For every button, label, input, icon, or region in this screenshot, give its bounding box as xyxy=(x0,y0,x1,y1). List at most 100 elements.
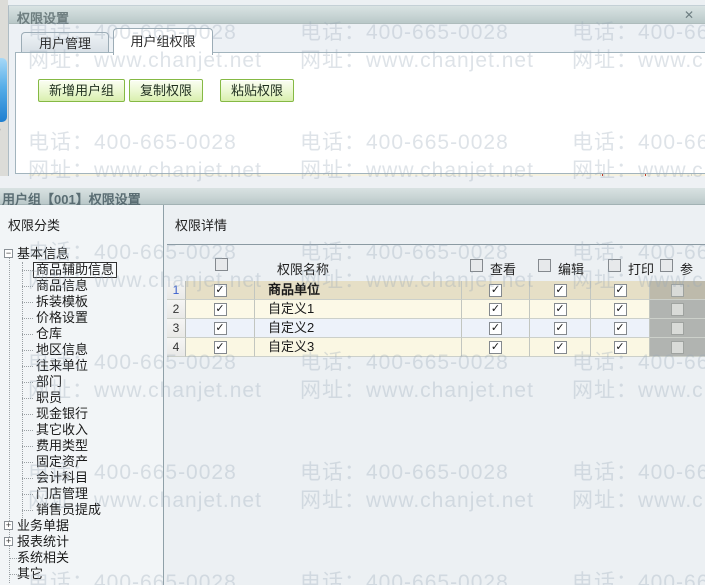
close-icon[interactable]: ✕ xyxy=(681,8,697,22)
tree-item[interactable]: 固定资产 xyxy=(0,454,163,470)
tree-item[interactable]: 销售员提成 xyxy=(0,502,163,518)
select-all-checkbox[interactable] xyxy=(215,258,228,271)
checkbox[interactable]: ✓ xyxy=(554,303,567,316)
permission-row: 2✓自定义1✓✓✓ xyxy=(167,300,705,319)
checkbox[interactable]: ✓ xyxy=(554,341,567,354)
cell-perm-2: ✓ xyxy=(591,300,650,319)
tab-content-panel: 新增用户组 复制权限 粘贴权限 xyxy=(15,52,705,174)
cell-select: ✓ xyxy=(186,338,255,357)
tree-item[interactable]: 商品信息 xyxy=(0,278,163,294)
tree-item[interactable]: 仓库 xyxy=(0,326,163,342)
checkbox[interactable]: ✓ xyxy=(614,341,627,354)
tree-item[interactable]: 拆装模板 xyxy=(0,294,163,310)
tab-user-management[interactable]: 用户管理 xyxy=(21,32,109,54)
tree-item-label: 固定资产 xyxy=(36,454,88,470)
tree-item[interactable]: + 业务单据 xyxy=(0,518,163,534)
cell-perm-2: ✓ xyxy=(591,338,650,357)
checkbox[interactable]: ✓ xyxy=(614,284,627,297)
tree-item[interactable]: 现金银行 xyxy=(0,406,163,422)
paste-permissions-button[interactable]: 粘贴权限 xyxy=(220,79,294,102)
tree-item-label: 业务单据 xyxy=(17,518,69,534)
checkbox[interactable]: ✓ xyxy=(489,303,502,316)
permission-category-tree: −基本信息商品辅助信息商品信息拆装模板价格设置仓库地区信息往来单位部门职员现金银… xyxy=(0,246,163,585)
permission-grid: 权限名称 查看 编辑 打印 参考 1✓商品单位✓✓✓2✓自定义1✓✓✓3✓自定义… xyxy=(167,245,705,357)
checkbox[interactable]: ✓ xyxy=(214,341,227,354)
checkbox xyxy=(671,322,684,335)
checkbox[interactable]: ✓ xyxy=(489,322,502,335)
cell-select: ✓ xyxy=(186,300,255,319)
tree-stub xyxy=(22,478,33,479)
category-panel-title: 权限分类 xyxy=(8,215,60,234)
select-all-ref-checkbox[interactable] xyxy=(660,259,673,272)
tree-item-label: 职员 xyxy=(36,390,62,406)
copy-permissions-button[interactable]: 复制权限 xyxy=(129,79,203,102)
tree-item-label: 仓库 xyxy=(36,326,62,342)
tree-expander-icon[interactable]: + xyxy=(4,537,13,546)
tree-item[interactable]: 价格设置 xyxy=(0,310,163,326)
tree-item[interactable]: 门店管理 xyxy=(0,486,163,502)
tree-item[interactable]: 系统相关 xyxy=(0,550,163,566)
select-all-edit-checkbox[interactable] xyxy=(538,259,551,272)
checkbox xyxy=(671,341,684,354)
checkbox[interactable]: ✓ xyxy=(614,303,627,316)
tree-item-label: 商品辅助信息 xyxy=(33,262,117,278)
checkbox[interactable]: ✓ xyxy=(214,322,227,335)
tree-item[interactable]: −基本信息 xyxy=(0,246,163,262)
tree-stub xyxy=(22,366,33,367)
tree-item[interactable]: 地区信息 xyxy=(0,342,163,358)
checkbox[interactable]: ✓ xyxy=(554,322,567,335)
tree-stub xyxy=(22,398,33,399)
tree-item[interactable]: 职员 xyxy=(0,390,163,406)
checkbox[interactable]: ✓ xyxy=(554,284,567,297)
checkbox[interactable]: ✓ xyxy=(214,284,227,297)
tree-stub xyxy=(22,462,33,463)
tree-item-label: 往来单位 xyxy=(36,358,88,374)
tree-item[interactable]: 商品辅助信息 xyxy=(0,262,163,278)
cell-perm-3 xyxy=(650,300,705,319)
tree-item[interactable]: 往来单位 xyxy=(0,358,163,374)
tree-item-label: 部门 xyxy=(36,374,62,390)
background-window-strip: 钅 xyxy=(0,0,8,188)
tree-item-label: 基本信息 xyxy=(17,246,69,262)
tree-item-label: 商品信息 xyxy=(36,278,88,294)
tree-item[interactable]: 会计科目 xyxy=(0,470,163,486)
tree-expander-icon[interactable]: + xyxy=(4,521,13,530)
checkbox[interactable]: ✓ xyxy=(489,284,502,297)
tree-item[interactable]: 其它收入 xyxy=(0,422,163,438)
tree-item[interactable]: 部门 xyxy=(0,374,163,390)
header-permission-name: 权限名称 xyxy=(277,259,329,278)
checkbox[interactable]: ✓ xyxy=(214,303,227,316)
add-user-group-button[interactable]: 新增用户组 xyxy=(38,79,125,102)
tree-item-label: 报表统计 xyxy=(17,534,69,550)
tree-item-label: 地区信息 xyxy=(36,342,88,358)
tree-item-label: 门店管理 xyxy=(36,486,88,502)
header-print: 打印 xyxy=(628,259,654,278)
tree-stub xyxy=(22,446,33,447)
dialog-titlebar[interactable]: 权限设置 ✕ xyxy=(9,6,705,24)
select-all-view-checkbox[interactable] xyxy=(470,259,483,272)
background-app-icon xyxy=(0,58,7,122)
tree-item-label: 现金银行 xyxy=(36,406,88,422)
checkbox xyxy=(671,303,684,316)
tree-stub xyxy=(22,302,33,303)
tree-stub xyxy=(22,270,33,271)
row-number: 4 xyxy=(167,338,186,357)
tree-stub xyxy=(22,382,33,383)
tree-item-label: 其它收入 xyxy=(36,422,88,438)
tree-item[interactable]: 费用类型 xyxy=(0,438,163,454)
checkbox[interactable]: ✓ xyxy=(489,341,502,354)
tab-user-group-permissions[interactable]: 用户组权限 xyxy=(113,28,213,55)
select-all-print-checkbox[interactable] xyxy=(608,259,621,272)
checkbox[interactable]: ✓ xyxy=(614,322,627,335)
tree-item-label: 会计科目 xyxy=(36,470,88,486)
tree-item[interactable]: 其它 xyxy=(0,566,163,582)
cell-perm-1: ✓ xyxy=(530,338,591,357)
tree-expander-icon[interactable]: − xyxy=(4,249,13,258)
group-permission-section-bar: 用户组【001】权限设置 xyxy=(0,188,705,205)
tree-item-label: 价格设置 xyxy=(36,310,88,326)
tree-item[interactable]: + 报表统计 xyxy=(0,534,163,550)
permission-grid-header: 权限名称 查看 编辑 打印 参考 xyxy=(167,245,705,281)
cell-perm-2: ✓ xyxy=(591,319,650,338)
tree-item-label: 销售员提成 xyxy=(36,502,101,518)
permission-row: 1✓商品单位✓✓✓ xyxy=(167,281,705,300)
